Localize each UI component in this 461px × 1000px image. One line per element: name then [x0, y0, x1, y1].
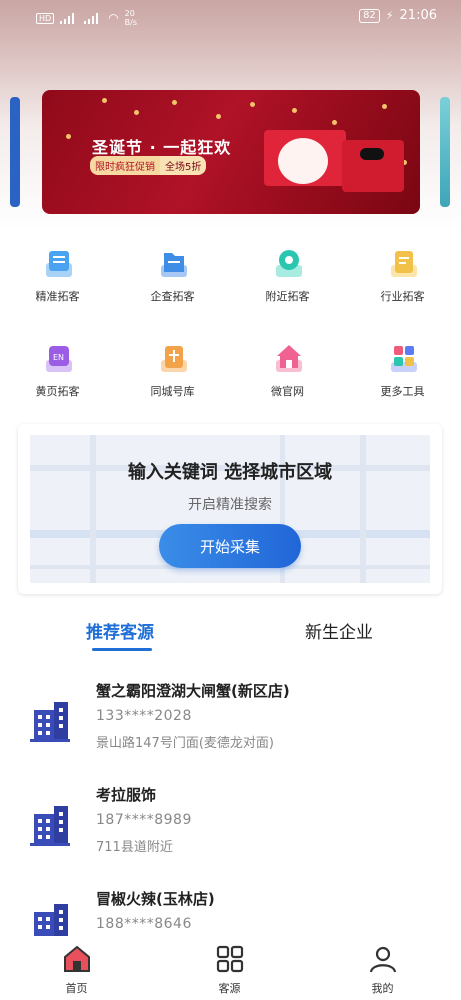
- tool-label: 行业拓客: [380, 290, 425, 303]
- tool-more[interactable]: 更多工具: [345, 338, 460, 399]
- en-book-icon: EN: [38, 338, 78, 378]
- nav-label: 首页: [65, 982, 88, 995]
- lead-phone: 188****8646: [96, 916, 192, 932]
- user-icon: [369, 946, 396, 973]
- nav-profile[interactable]: 我的: [306, 936, 459, 1000]
- battery-icon: 82: [359, 8, 380, 23]
- status-left: HD ◠ 20 B/s: [36, 9, 143, 27]
- nav-home[interactable]: 首页: [0, 936, 153, 1000]
- tab-new-companies[interactable]: 新生企业: [305, 618, 373, 643]
- list-stack-icon: [38, 243, 78, 283]
- clock: 21:06: [399, 8, 437, 23]
- lead-phone: 133****2028: [96, 708, 192, 724]
- tool-yellow-pages[interactable]: EN 黄页拓客: [0, 338, 115, 399]
- home-icon: [63, 945, 90, 972]
- location-search-icon: [268, 243, 308, 283]
- search-title: 输入关键词 选择城市区域: [127, 462, 333, 483]
- start-collect-button[interactable]: 开始采集: [159, 524, 301, 568]
- tab-indicator: [92, 648, 152, 651]
- tool-city-numbers[interactable]: 同城号库: [115, 338, 230, 399]
- lead-address: 711县道附近: [96, 840, 173, 855]
- tab-recommended[interactable]: 推荐客源: [86, 618, 154, 643]
- list-item[interactable]: 冒椒火辣(玉林店) 188****8646: [0, 888, 461, 936]
- carousel-next-card[interactable]: [440, 97, 450, 207]
- banner-tag-discount: 全场5折: [160, 156, 207, 175]
- signal-icon-2: [84, 12, 102, 24]
- lead-name: 考拉服饰: [96, 786, 157, 804]
- status-right: 82 ⚡ 21:06: [359, 8, 437, 23]
- wifi-icon: ◠: [108, 11, 119, 25]
- tool-label: 黄页拓客: [35, 385, 80, 398]
- carousel-prev-card[interactable]: [10, 97, 20, 207]
- tool-label: 精准拓客: [35, 290, 80, 303]
- tool-industry[interactable]: 行业拓客: [345, 243, 460, 304]
- tool-label: 附近拓客: [265, 290, 310, 303]
- home-website-icon: [268, 338, 308, 378]
- svg-text:EN: EN: [53, 353, 64, 362]
- banner-title: 圣诞节 · 一起狂欢: [92, 138, 232, 157]
- banner-tags: 限时疯狂促销 全场5折: [90, 156, 207, 175]
- lead-tabs: 推荐客源 新生企业: [0, 618, 461, 658]
- tool-micro-site[interactable]: 微官网: [230, 338, 345, 399]
- list-item[interactable]: 蟹之霸阳澄湖大闸蟹(新区店) 133****2028 景山路147号门面(麦德龙…: [0, 680, 461, 780]
- nav-label: 客源: [218, 982, 241, 995]
- tool-label: 企查拓客: [150, 290, 195, 303]
- tool-nearby[interactable]: 附近拓客: [230, 243, 345, 304]
- status-bar: HD ◠ 20 B/s 82 ⚡ 21:06: [0, 0, 461, 34]
- lead-phone: 187****8989: [96, 812, 192, 828]
- tool-grid-row-2: EN 黄页拓客 同城号库 微官网 更多工具: [0, 338, 461, 399]
- nav-leads[interactable]: 客源: [153, 936, 306, 1000]
- tool-label: 微官网: [271, 385, 304, 398]
- lead-name: 冒椒火辣(玉林店): [96, 890, 215, 908]
- folder-search-icon: [153, 243, 193, 283]
- document-icon: [383, 243, 423, 283]
- phone-book-icon: [153, 338, 193, 378]
- list-item[interactable]: 考拉服饰 187****8989 711县道附近: [0, 784, 461, 884]
- signal-icon: [60, 12, 78, 24]
- search-card: 输入关键词 选择城市区域 开启精准搜索 开始采集: [18, 424, 442, 594]
- hd-icon: HD: [36, 12, 55, 24]
- ribbon-bow-image: [360, 148, 384, 160]
- lead-address: 景山路147号门面(麦德龙对面): [96, 736, 274, 751]
- building-icon: [30, 804, 70, 846]
- tool-company[interactable]: 企查拓客: [115, 243, 230, 304]
- lead-name: 蟹之霸阳澄湖大闸蟹(新区店): [96, 682, 290, 700]
- nav-label: 我的: [371, 982, 394, 995]
- network-speed: 20 B/s: [124, 9, 138, 27]
- banner-tag-sale: 限时疯狂促销: [90, 156, 160, 175]
- building-icon: [30, 700, 70, 742]
- tool-label: 更多工具: [380, 385, 425, 398]
- building-icon: [30, 902, 70, 936]
- tool-label: 同城号库: [150, 385, 195, 398]
- charging-icon: ⚡: [385, 9, 394, 22]
- apps-icon: [383, 338, 423, 378]
- santa-image: [278, 138, 328, 184]
- tool-grid-row-1: 精准拓客 企查拓客 附近拓客 行业拓客: [0, 243, 461, 304]
- grid-icon: [216, 945, 243, 973]
- christmas-banner[interactable]: 圣诞节 · 一起狂欢 限时疯狂促销 全场5折: [42, 90, 420, 214]
- search-subtitle: 开启精准搜索: [188, 497, 272, 513]
- bottom-nav: 首页 客源 我的: [0, 936, 461, 1000]
- tool-precise[interactable]: 精准拓客: [0, 243, 115, 304]
